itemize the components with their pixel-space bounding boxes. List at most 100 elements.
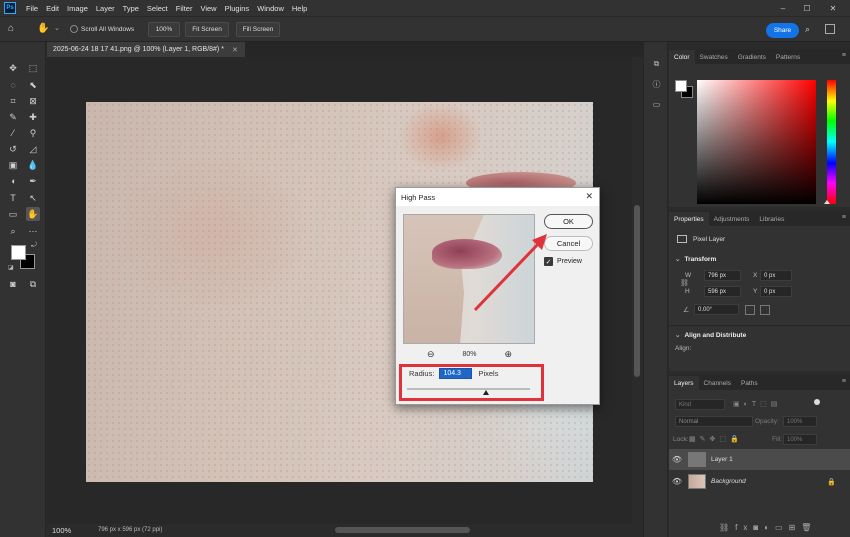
zoom-out-icon[interactable]: ⊖ (427, 349, 435, 360)
share-button[interactable]: Share (766, 23, 799, 38)
flip-horizontal-icon[interactable] (745, 305, 755, 315)
eyedropper-tool-icon[interactable]: ✎ (6, 110, 20, 124)
flip-vertical-icon[interactable] (760, 305, 770, 315)
menu-select[interactable]: Select (143, 4, 172, 13)
zoom-tool-icon[interactable]: ⌕ (6, 224, 20, 238)
status-zoom[interactable]: 100% (52, 526, 76, 535)
dodge-tool-icon[interactable]: ◖ (6, 174, 20, 188)
move-tool-icon[interactable]: ✥ (6, 61, 20, 75)
menu-window[interactable]: Window (253, 4, 288, 13)
search-icon[interactable]: ⌕ (805, 24, 810, 35)
visibility-eye-icon[interactable]: 👁 (669, 477, 685, 486)
fit-screen-button[interactable]: Fit Screen (185, 22, 229, 37)
tab-adjustments[interactable]: Adjustments (709, 212, 755, 226)
opacity-field[interactable]: 100% (783, 416, 817, 427)
menu-layer[interactable]: Layer (92, 4, 119, 13)
lock-icons[interactable]: ▦✎✥⬚🔒 (689, 435, 743, 443)
menu-help[interactable]: Help (288, 4, 311, 13)
type-tool-icon[interactable]: T (6, 191, 20, 205)
crop-tool-icon[interactable]: ⌗ (6, 94, 20, 108)
layer-filter-kind[interactable]: Kind (675, 399, 725, 410)
quick-mask-icon[interactable]: ◙ (6, 277, 20, 291)
default-colors-icon[interactable]: ◪ (8, 264, 14, 271)
width-field[interactable]: 796 px (704, 270, 741, 281)
comments-icon[interactable]: ▭ (650, 98, 663, 110)
layer-actions-icons[interactable]: ⛓fx◙◐▭⊞🗑 (719, 523, 817, 532)
tab-color[interactable]: Color (669, 50, 695, 64)
close-window-button[interactable]: ✕ (822, 0, 844, 16)
tab-gradients[interactable]: Gradients (733, 50, 771, 64)
filter-toggle-icon[interactable] (814, 399, 820, 405)
y-field[interactable]: 0 px (760, 286, 792, 297)
transform-section-title[interactable]: ⌄ Transform (675, 255, 716, 264)
hue-slider[interactable] (827, 80, 836, 204)
blend-mode-select[interactable]: Normal (675, 416, 753, 427)
gradient-tool-icon[interactable]: ▣ (6, 158, 20, 172)
lasso-tool-icon[interactable]: ◌ (6, 78, 20, 92)
layer-name[interactable]: Background (711, 478, 746, 485)
menu-plugins[interactable]: Plugins (221, 4, 254, 13)
cancel-button[interactable]: Cancel (544, 236, 593, 251)
tab-patterns[interactable]: Patterns (771, 50, 805, 64)
path-select-tool-icon[interactable]: ↖ (26, 191, 40, 205)
panel-menu-icon[interactable]: ≡ (842, 52, 846, 59)
blur-tool-icon[interactable]: 💧 (26, 158, 40, 172)
zoom-in-icon[interactable]: ⊕ (504, 349, 512, 360)
menu-image[interactable]: Image (63, 4, 92, 13)
tab-layers[interactable]: Layers (669, 376, 699, 390)
more-tools-icon[interactable]: ⋯ (26, 224, 40, 238)
eraser-tool-icon[interactable]: ◿ (26, 142, 40, 156)
color-picker-field[interactable] (697, 80, 816, 204)
rectangle-tool-icon[interactable]: ▭ (6, 207, 20, 221)
home-icon[interactable]: ⌂ (8, 23, 22, 37)
panel-menu-icon[interactable]: ≡ (842, 214, 846, 221)
panel-menu-icon[interactable]: ≡ (842, 378, 846, 385)
fill-screen-button[interactable]: Fill Screen (236, 22, 280, 37)
menu-type[interactable]: Type (119, 4, 143, 13)
tab-channels[interactable]: Channels (699, 376, 736, 390)
minimize-button[interactable]: – (772, 0, 794, 16)
swap-colors-icon[interactable]: ⤾ (31, 242, 37, 250)
brush-tool-icon[interactable]: ⁄ (6, 126, 20, 140)
tab-properties[interactable]: Properties (669, 212, 709, 226)
vertical-scroll-thumb[interactable] (634, 205, 640, 377)
menu-view[interactable]: View (196, 4, 220, 13)
scroll-all-windows-checkbox[interactable] (70, 25, 78, 33)
menu-file[interactable]: File (22, 4, 42, 13)
frame-tool-icon[interactable]: ⊠ (26, 94, 40, 108)
layer-row-background[interactable]: 👁 Background 🔒 (669, 471, 850, 492)
close-icon[interactable]: ✕ (585, 191, 593, 202)
height-field[interactable]: 596 px (704, 286, 741, 297)
angle-field[interactable]: 0.00° (694, 304, 739, 315)
foreground-color-swatch[interactable] (11, 245, 26, 260)
menu-filter[interactable]: Filter (172, 4, 197, 13)
layer-row-layer-1[interactable]: 👁 Layer 1 (669, 449, 850, 470)
dialog-title-bar[interactable]: High Pass ✕ (396, 188, 599, 206)
tab-swatches[interactable]: Swatches (695, 50, 733, 64)
chevron-down-icon[interactable]: ⌄ (54, 24, 60, 32)
healing-brush-tool-icon[interactable]: ✚ (26, 110, 40, 124)
zoom-100-button[interactable]: 100% (148, 22, 180, 37)
hand-tool-icon[interactable]: ✋ (37, 23, 51, 37)
layer-name[interactable]: Layer 1 (711, 456, 733, 463)
align-section-title[interactable]: ⌄ Align and Distribute (675, 331, 746, 340)
workspace-icon[interactable] (825, 24, 835, 34)
tab-paths[interactable]: Paths (736, 376, 763, 390)
x-field[interactable]: 0 px (760, 270, 792, 281)
vertical-scrollbar[interactable] (632, 57, 642, 524)
horizontal-scroll-thumb[interactable] (335, 527, 470, 533)
pen-tool-icon[interactable]: ✒ (26, 174, 40, 188)
close-tab-icon[interactable]: ✕ (232, 46, 238, 54)
marquee-tool-icon[interactable]: ⬚ (26, 61, 40, 75)
history-icon[interactable]: ⧉ (650, 58, 663, 70)
document-tab[interactable]: 2025-06-24 18 17 41.png @ 100% (Layer 1,… (47, 42, 245, 57)
hue-slider-marker[interactable] (824, 200, 830, 204)
horizontal-scrollbar[interactable] (97, 524, 632, 537)
ok-button[interactable]: OK (544, 214, 593, 229)
maximize-button[interactable]: ☐ (796, 0, 818, 16)
info-icon[interactable]: ⓘ (650, 78, 663, 90)
color-foreground-swatch[interactable] (675, 80, 687, 92)
menu-edit[interactable]: Edit (42, 4, 63, 13)
visibility-eye-icon[interactable]: 👁 (669, 455, 685, 464)
tab-libraries[interactable]: Libraries (754, 212, 789, 226)
